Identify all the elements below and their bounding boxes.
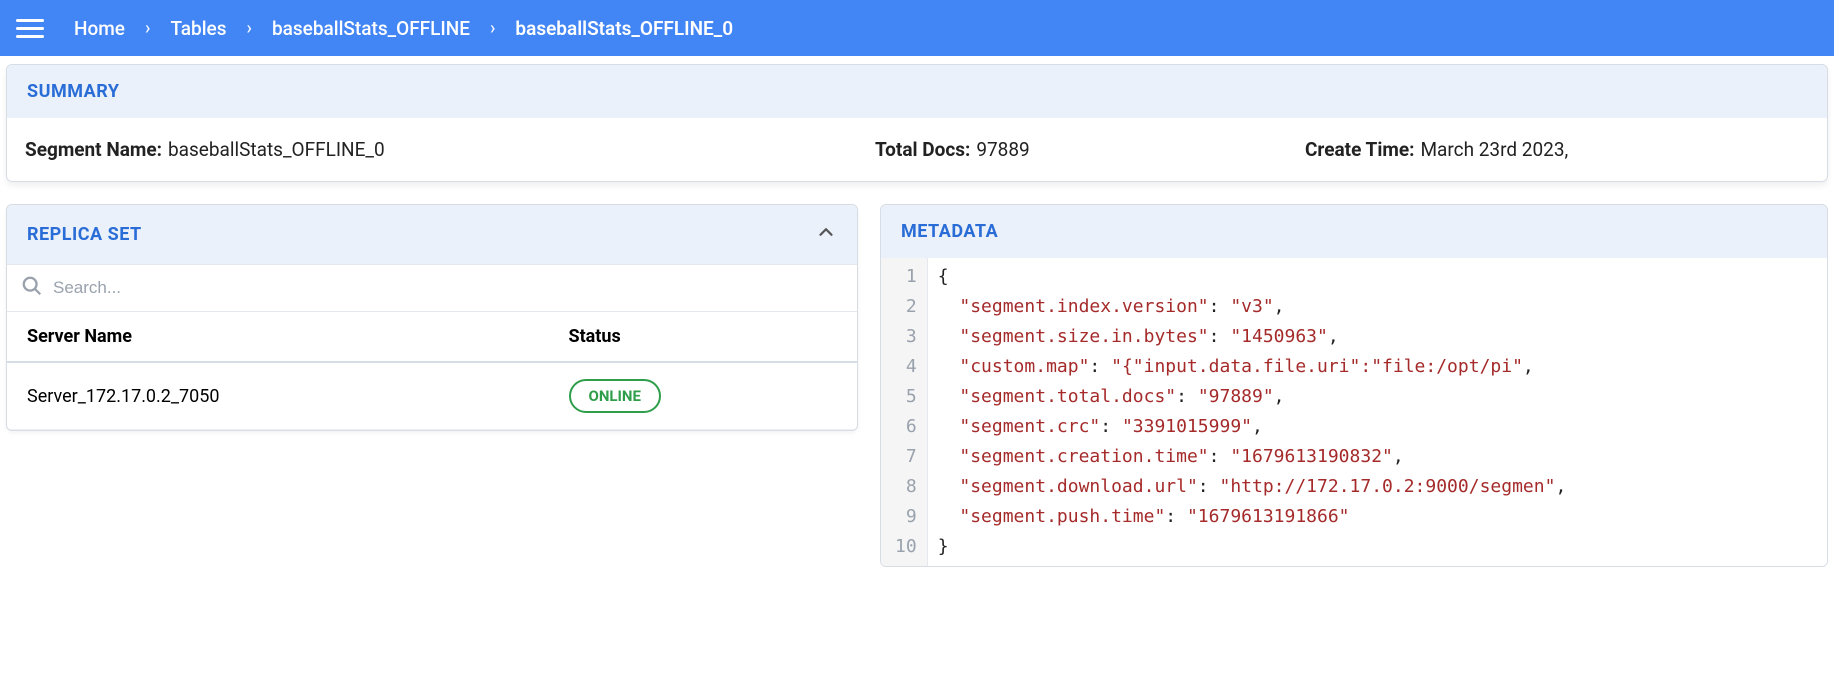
breadcrumb-table-name[interactable]: baseballStats_OFFLINE (266, 13, 476, 44)
create-time-field: Create Time: March 23rd 2023, (1305, 138, 1568, 161)
chevron-up-icon[interactable] (815, 221, 837, 248)
search-row (7, 264, 857, 312)
summary-header: SUMMARY (7, 65, 1827, 118)
total-docs-value: 97889 (976, 138, 1029, 161)
segment-name-value: baseballStats_OFFLINE_0 (168, 138, 385, 161)
metadata-card: METADATA 1 2 3 4 5 6 7 8 9 10 { "segment… (880, 204, 1828, 567)
server-name-cell: Server_172.17.0.2_7050 (7, 362, 549, 430)
replica-set-title: REPLICA SET (27, 224, 142, 245)
create-time-value: March 23rd 2023, (1420, 138, 1568, 161)
summary-header-title: SUMMARY (27, 81, 119, 102)
breadcrumb-home[interactable]: Home (68, 13, 131, 44)
top-bar: Home › Tables › baseballStats_OFFLINE › … (0, 0, 1834, 56)
menu-icon[interactable] (16, 14, 44, 42)
replica-set-header[interactable]: REPLICA SET (7, 205, 857, 264)
col-server-name[interactable]: Server Name (7, 312, 549, 362)
total-docs-label: Total Docs: (875, 138, 970, 161)
segment-name-field: Segment Name: baseballStats_OFFLINE_0 (25, 138, 875, 161)
table-row: Server_172.17.0.2_7050 ONLINE (7, 362, 857, 430)
metadata-header[interactable]: METADATA (881, 205, 1827, 258)
breadcrumb: Home › Tables › baseballStats_OFFLINE › … (68, 13, 739, 44)
breadcrumb-tables[interactable]: Tables (164, 13, 232, 44)
chevron-right-icon: › (145, 18, 150, 39)
json-code[interactable]: { "segment.index.version": "v3", "segmen… (928, 258, 1577, 566)
status-cell: ONLINE (549, 362, 858, 430)
line-number-gutter: 1 2 3 4 5 6 7 8 9 10 (881, 258, 928, 566)
search-icon (21, 275, 43, 301)
create-time-label: Create Time: (1305, 138, 1414, 161)
col-status[interactable]: Status (549, 312, 858, 362)
breadcrumb-segment-name: baseballStats_OFFLINE_0 (509, 13, 739, 44)
metadata-json-viewer[interactable]: 1 2 3 4 5 6 7 8 9 10 { "segment.index.ve… (881, 258, 1827, 566)
segment-name-label: Segment Name: (25, 138, 162, 161)
summary-card: SUMMARY Segment Name: baseballStats_OFFL… (6, 64, 1828, 182)
status-badge: ONLINE (569, 379, 661, 413)
total-docs-field: Total Docs: 97889 (875, 138, 1305, 161)
chevron-right-icon: › (247, 18, 252, 39)
replica-table: Server Name Status Server_172.17.0.2_705… (7, 312, 857, 430)
replica-set-card: REPLICA SET Server Name Status (6, 204, 858, 431)
search-input[interactable] (53, 278, 843, 298)
chevron-right-icon: › (490, 18, 495, 39)
metadata-title: METADATA (901, 221, 998, 242)
